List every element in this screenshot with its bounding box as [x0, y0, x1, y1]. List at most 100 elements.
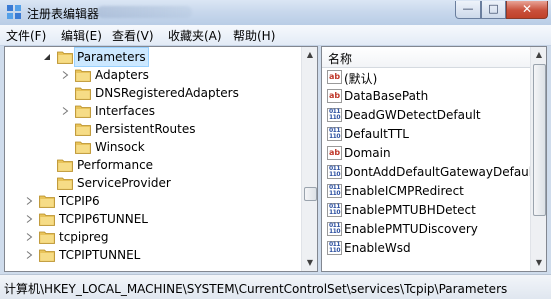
tree-node-label[interactable]: ServiceProvider: [75, 174, 173, 192]
tree-node[interactable]: Winsock: [5, 138, 299, 156]
menu-view[interactable]: 查看(V): [112, 27, 154, 44]
tree-node[interactable]: Adapters: [5, 66, 299, 84]
folder-icon: [75, 141, 91, 154]
string-value-icon: ab: [327, 146, 342, 160]
scroll-thumb[interactable]: [533, 64, 546, 216]
value-name: DontAddDefaultGatewayDefault: [344, 165, 537, 179]
tree-node[interactable]: TCPIP6: [5, 192, 299, 210]
binary-value-icon: 011 110: [327, 108, 342, 122]
open-folder-icon: [57, 51, 73, 64]
tree-node-label[interactable]: Interfaces: [93, 102, 157, 120]
scroll-down-arrow-icon[interactable]: ▼: [302, 255, 317, 271]
value-name: Domain: [344, 146, 391, 160]
tree-node-label[interactable]: DNSRegisteredAdapters: [93, 84, 241, 102]
values-scrollbar[interactable]: ▲ ▼: [530, 47, 546, 271]
tree-collapsed-arrow-icon[interactable]: [25, 215, 33, 223]
value-row[interactable]: 011 110 DefaultTTL: [322, 125, 530, 144]
value-row[interactable]: 011 110 EnableICMPRedirect: [322, 182, 530, 201]
minimize-button[interactable]: —: [455, 1, 481, 19]
tree-node[interactable]: tcpipreg: [5, 228, 299, 246]
scroll-down-arrow-icon[interactable]: ▼: [531, 255, 546, 271]
value-row[interactable]: ab Domain: [322, 144, 530, 163]
tree-node-label[interactable]: TCPIP6: [57, 192, 102, 210]
scroll-thumb[interactable]: [304, 187, 317, 201]
value-name: EnablePMTUBHDetect: [344, 203, 476, 217]
tree-collapsed-arrow-icon[interactable]: [25, 197, 33, 205]
string-value-icon: ab: [327, 70, 342, 84]
folder-icon: [39, 231, 55, 244]
folder-icon: [39, 213, 55, 226]
binary-value-icon: 011 110: [327, 184, 342, 198]
window-title: 注册表编辑器: [27, 7, 100, 21]
value-name: EnablePMTUDiscovery: [344, 222, 478, 236]
tree-node-label[interactable]: Performance: [75, 156, 155, 174]
folder-icon: [39, 249, 55, 262]
binary-value-icon: 011 110: [327, 241, 342, 255]
title-bar[interactable]: 注册表编辑器 — □ ✕: [0, 0, 551, 25]
tree-node-label[interactable]: Adapters: [93, 66, 151, 84]
tree-node-label[interactable]: Parameters: [74, 47, 149, 67]
value-name: DefaultTTL: [344, 127, 409, 141]
status-path: 计算机\HKEY_LOCAL_MACHINE\SYSTEM\CurrentCon…: [4, 282, 508, 296]
tree-node-label[interactable]: Winsock: [93, 138, 147, 156]
binary-value-icon: 011 110: [327, 222, 342, 236]
value-row[interactable]: ab (默认): [322, 68, 530, 87]
menu-bar: 文件(F) 编辑(E) 查看(V) 收藏夹(A) 帮助(H): [0, 25, 551, 46]
tree-node-label[interactable]: tcpipreg: [57, 228, 111, 246]
menu-edit[interactable]: 编辑(E): [61, 27, 102, 44]
blurred-title-region: [97, 6, 192, 18]
tree-node-label[interactable]: TCPIP6TUNNEL: [57, 210, 150, 228]
value-name: EnableWsd: [344, 241, 411, 255]
tree-collapsed-arrow-icon[interactable]: [25, 233, 33, 241]
value-name: DeadGWDetectDefault: [344, 108, 481, 122]
tree-node-label[interactable]: TCPIPTUNNEL: [57, 246, 142, 264]
tree-scrollbar[interactable]: ▲ ▼: [301, 47, 317, 271]
value-row[interactable]: 011 110 DontAddDefaultGatewayDefault: [322, 163, 537, 182]
scroll-up-arrow-icon[interactable]: ▲: [302, 47, 317, 63]
string-value-icon: ab: [327, 89, 342, 103]
tree-collapsed-arrow-icon[interactable]: [25, 251, 33, 259]
value-row[interactable]: 011 110 DeadGWDetectDefault: [322, 106, 530, 125]
value-name: (默认): [344, 72, 378, 86]
registry-editor-icon: [7, 5, 21, 19]
folder-icon: [75, 105, 91, 118]
tree-node[interactable]: TCPIP6TUNNEL: [5, 210, 299, 228]
folder-icon: [57, 159, 73, 172]
value-row[interactable]: 011 110 EnablePMTUBHDetect: [322, 201, 530, 220]
value-row[interactable]: 011 110 EnablePMTUDiscovery: [322, 220, 530, 239]
tree-node[interactable]: DNSRegisteredAdapters: [5, 84, 299, 102]
tree-node[interactable]: Performance: [5, 156, 299, 174]
menu-file[interactable]: 文件(F): [6, 27, 46, 44]
value-row[interactable]: 011 110 EnableWsd: [322, 239, 530, 258]
value-name: DataBasePath: [344, 89, 429, 103]
registry-editor-window: 注册表编辑器 — □ ✕ 文件(F) 编辑(E) 查看(V) 收藏夹(A) 帮助…: [0, 0, 551, 299]
tree-node[interactable]: Interfaces: [5, 102, 299, 120]
column-header-name[interactable]: 名称: [322, 47, 530, 68]
tree-expanded-arrow-icon[interactable]: [43, 53, 51, 61]
folder-icon: [75, 123, 91, 136]
tree-node[interactable]: PersistentRoutes: [5, 120, 299, 138]
folder-icon: [75, 69, 91, 82]
tree-node[interactable]: TCPIPTUNNEL: [5, 246, 299, 264]
status-bar: 计算机\HKEY_LOCAL_MACHINE\SYSTEM\CurrentCon…: [0, 274, 551, 299]
tree-node[interactable]: ServiceProvider: [5, 174, 299, 192]
tree-node[interactable]: Parameters: [5, 47, 299, 67]
binary-value-icon: 011 110: [327, 203, 342, 217]
close-button[interactable]: ✕: [506, 1, 548, 19]
tree-collapsed-arrow-icon[interactable]: [61, 107, 69, 115]
folder-icon: [75, 87, 91, 100]
menu-favorites[interactable]: 收藏夹(A): [168, 27, 222, 44]
binary-value-icon: 011 110: [327, 165, 342, 179]
value-row[interactable]: ab DataBasePath: [322, 87, 530, 106]
menu-help[interactable]: 帮助(H): [233, 27, 275, 44]
tree-node-label[interactable]: PersistentRoutes: [93, 120, 197, 138]
key-tree-pane[interactable]: Parameters Adapters DNSRegisteredAdapters I…: [4, 46, 318, 272]
folder-icon: [39, 195, 55, 208]
folder-icon: [57, 177, 73, 190]
maximize-button[interactable]: □: [481, 1, 506, 19]
values-pane[interactable]: 名称 ab (默认) ab DataBasePath 011 110 DeadGWDete…: [321, 46, 547, 272]
value-name: EnableICMPRedirect: [344, 184, 464, 198]
binary-value-icon: 011 110: [327, 127, 342, 141]
tree-collapsed-arrow-icon[interactable]: [61, 71, 69, 79]
scroll-up-arrow-icon[interactable]: ▲: [531, 47, 546, 63]
